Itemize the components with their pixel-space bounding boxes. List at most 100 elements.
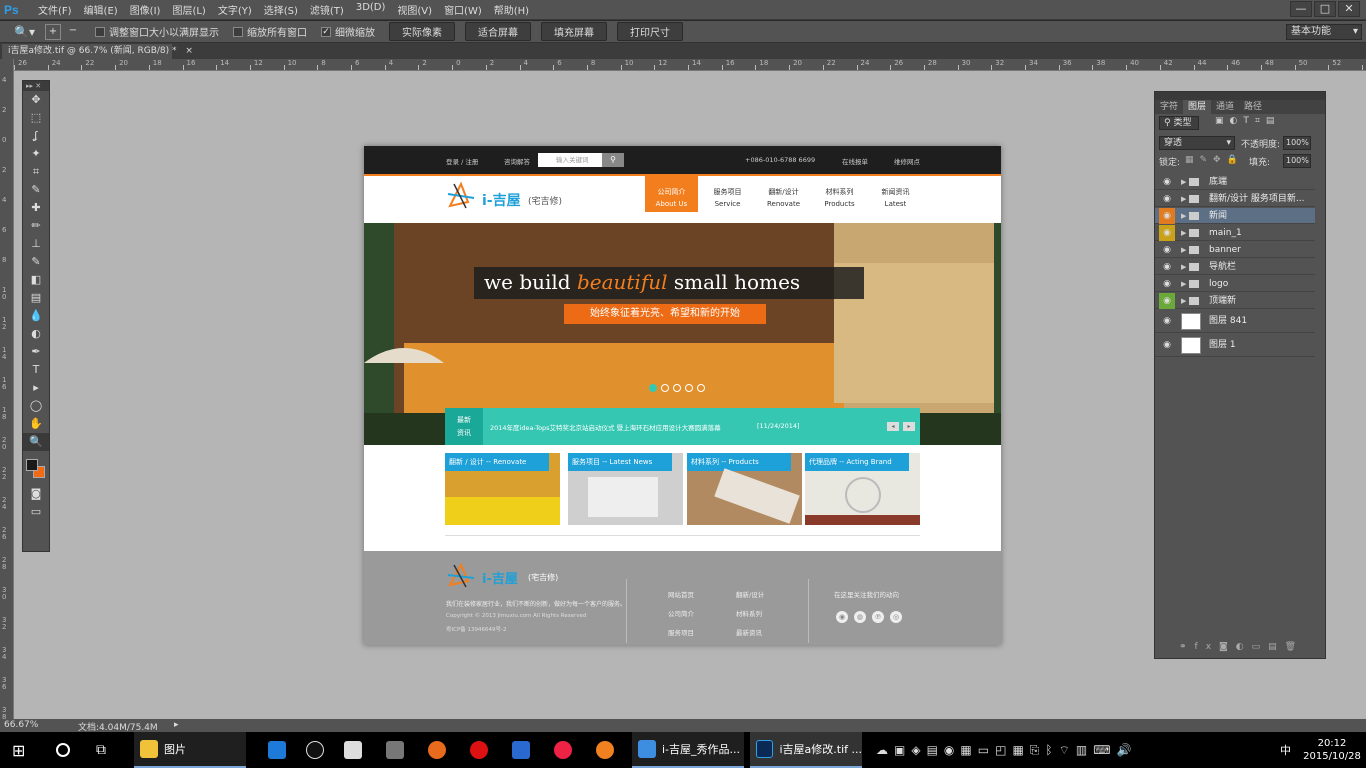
menu-item[interactable]: 文件(F)	[38, 2, 72, 17]
fit-screen-button[interactable]: 适合屏幕	[464, 22, 531, 41]
system-tray[interactable]: ☁ ▣ ◈ ▤ ◉ ▦ ▭ ◰ ▦ ⎘ ᛒ ⌔ ▥ ⌨ 🔊	[876, 732, 1132, 768]
chrome-icon[interactable]	[548, 732, 578, 768]
bird-app-icon[interactable]	[380, 732, 410, 768]
menu-item[interactable]: 帮助(H)	[494, 2, 529, 17]
visibility-eye-icon[interactable]: ◉	[1159, 276, 1175, 292]
visibility-eye-icon[interactable]: ◉	[1159, 225, 1175, 241]
type-icon[interactable]: T	[23, 361, 49, 379]
taskbar-app-ie[interactable]: i-吉屋_秀作品...	[632, 732, 744, 768]
menu-item[interactable]: 3D(D)	[356, 2, 386, 17]
menu-item[interactable]: 选择(S)	[264, 2, 298, 17]
brush-icon[interactable]: ✏	[23, 217, 49, 235]
gradient-icon[interactable]: ▤	[23, 289, 49, 307]
task-view-icon[interactable]: ⧉	[96, 732, 106, 768]
zoom-out-icon[interactable]: −	[65, 24, 81, 40]
panel-tab[interactable]: 路径	[1239, 100, 1267, 114]
layer-row[interactable]: ◉ ▶ banner	[1155, 242, 1315, 258]
expand-arrow-icon[interactable]: ▶	[1181, 174, 1186, 190]
shape-icon[interactable]: ◯	[23, 397, 49, 415]
visibility-eye-icon[interactable]: ◉	[1159, 208, 1175, 224]
eyedropper-icon[interactable]: ✎	[23, 181, 49, 199]
menu-item[interactable]: 视图(V)	[397, 2, 432, 17]
zoom-tool-icon[interactable]: 🔍▾	[14, 25, 35, 39]
panel-tab[interactable]: 字符	[1155, 100, 1183, 114]
close-button[interactable]: ✕	[1338, 1, 1360, 17]
expand-arrow-icon[interactable]: ▶	[1181, 191, 1186, 207]
lasso-icon[interactable]: ʆ	[23, 127, 49, 145]
menu-item[interactable]: 图层(L)	[172, 2, 205, 17]
menu-item[interactable]: 编辑(E)	[84, 2, 118, 17]
ime-indicator[interactable]: 中	[1280, 732, 1291, 768]
panel-tab[interactable]: 图层	[1183, 100, 1212, 114]
layer-row[interactable]: ◉ 图层 1	[1155, 334, 1315, 357]
visibility-eye-icon[interactable]: ◉	[1159, 174, 1175, 190]
visibility-eye-icon[interactable]: ◉	[1159, 242, 1175, 258]
layer-row[interactable]: ◉ ▶ 翻新/设计 服务项目新...	[1155, 191, 1315, 207]
blur-icon[interactable]: 💧	[23, 307, 49, 325]
panel-header[interactable]	[1155, 92, 1325, 100]
foreground-color[interactable]	[26, 459, 38, 471]
dodge-icon[interactable]: ◐	[23, 325, 49, 343]
firefox-icon[interactable]	[422, 732, 452, 768]
opera-icon[interactable]	[464, 732, 494, 768]
move-icon[interactable]: ✥	[23, 91, 49, 109]
print-size-button[interactable]: 打印尺寸	[616, 22, 683, 41]
screen-mode-icon[interactable]: ▭	[23, 503, 49, 521]
layer-row[interactable]: ◉ ▶ logo	[1155, 276, 1315, 292]
marquee-icon[interactable]: ⬚	[23, 109, 49, 127]
menu-item[interactable]: 滤镜(T)	[310, 2, 344, 17]
app-blue-icon[interactable]	[506, 732, 536, 768]
start-button[interactable]: ⊞	[12, 732, 25, 768]
eraser-icon[interactable]: ◧	[23, 271, 49, 289]
crop-icon[interactable]: ⌗	[23, 163, 49, 181]
app-orange-icon[interactable]	[590, 732, 620, 768]
qq-taskbar-icon[interactable]	[300, 732, 330, 768]
expand-arrow-icon[interactable]: ▶	[1181, 293, 1186, 309]
panel-footer-icons[interactable]: ⚭fx◙◐▭▤🗑	[1179, 642, 1319, 656]
cortana-icon[interactable]	[56, 732, 70, 768]
layer-row[interactable]: ◉ 图层 841	[1155, 310, 1315, 333]
zoom-icon[interactable]: 🔍	[23, 433, 49, 451]
resize-windows-checkbox[interactable]: 调整窗口大小以满屏显示	[94, 24, 219, 39]
hand-icon[interactable]: ✋	[23, 415, 49, 433]
opacity-input[interactable]: 100%	[1283, 136, 1311, 150]
menu-item[interactable]: 窗口(W)	[444, 2, 482, 17]
fill-input[interactable]: 100%	[1283, 154, 1311, 168]
document-tab[interactable]: i吉屋a修改.tif @ 66.7% (新闻, RGB/8) * ×	[2, 44, 193, 59]
clock[interactable]: 20:12 2015/10/28	[1300, 732, 1364, 768]
quick-mask-icon[interactable]: ◙	[23, 485, 49, 503]
healing-brush-icon[interactable]: ✚	[23, 199, 49, 217]
close-tab-icon[interactable]: ×	[185, 46, 193, 56]
layer-kind-filter[interactable]: ⚲ 类型	[1159, 116, 1199, 130]
expand-arrow-icon[interactable]: ▶	[1181, 259, 1186, 275]
pen-icon[interactable]: ✒	[23, 343, 49, 361]
layer-row[interactable]: ◉ ▶ 导航栏	[1155, 259, 1315, 275]
visibility-eye-icon[interactable]: ◉	[1159, 334, 1175, 357]
zoom-all-checkbox[interactable]: 缩放所有窗口	[232, 24, 307, 39]
zoom-in-icon[interactable]: +	[44, 23, 61, 40]
visibility-eye-icon[interactable]: ◉	[1159, 310, 1175, 333]
fill-screen-button[interactable]: 填充屏幕	[540, 22, 607, 41]
expand-arrow-icon[interactable]: ▶	[1181, 276, 1186, 292]
taskbar-app-pictures[interactable]: 图片	[134, 732, 246, 768]
workspace-select[interactable]: 基本功能 ▾	[1286, 24, 1362, 40]
menu-item[interactable]: 图像(I)	[130, 2, 161, 17]
layer-row[interactable]: ◉ ▶ main_1	[1155, 225, 1315, 241]
expand-arrow-icon[interactable]: ▶	[1181, 208, 1186, 224]
zoom-level[interactable]: 66.67%	[4, 720, 38, 730]
actual-pixels-button[interactable]: 实际像素	[388, 22, 455, 41]
magic-wand-icon[interactable]: ✦	[23, 145, 49, 163]
visibility-eye-icon[interactable]: ◉	[1159, 293, 1175, 309]
scrubby-zoom-checkbox[interactable]: ✓ 细微缩放	[320, 24, 375, 39]
history-brush-icon[interactable]: ✎	[23, 253, 49, 271]
clone-stamp-icon[interactable]: ⊥	[23, 235, 49, 253]
path-select-icon[interactable]: ▸	[23, 379, 49, 397]
status-menu-icon[interactable]: ▸	[174, 720, 179, 730]
lock-icons[interactable]: ▦✎✥🔒	[1185, 155, 1244, 165]
expand-arrow-icon[interactable]: ▶	[1181, 225, 1186, 241]
edge-icon[interactable]	[262, 732, 292, 768]
visibility-eye-icon[interactable]: ◉	[1159, 259, 1175, 275]
panel-tab[interactable]: 通道	[1211, 100, 1239, 114]
blend-mode-select[interactable]: 穿透 ▾	[1159, 136, 1235, 150]
toolbox-header[interactable]: ▸▸ ✕	[23, 81, 49, 91]
